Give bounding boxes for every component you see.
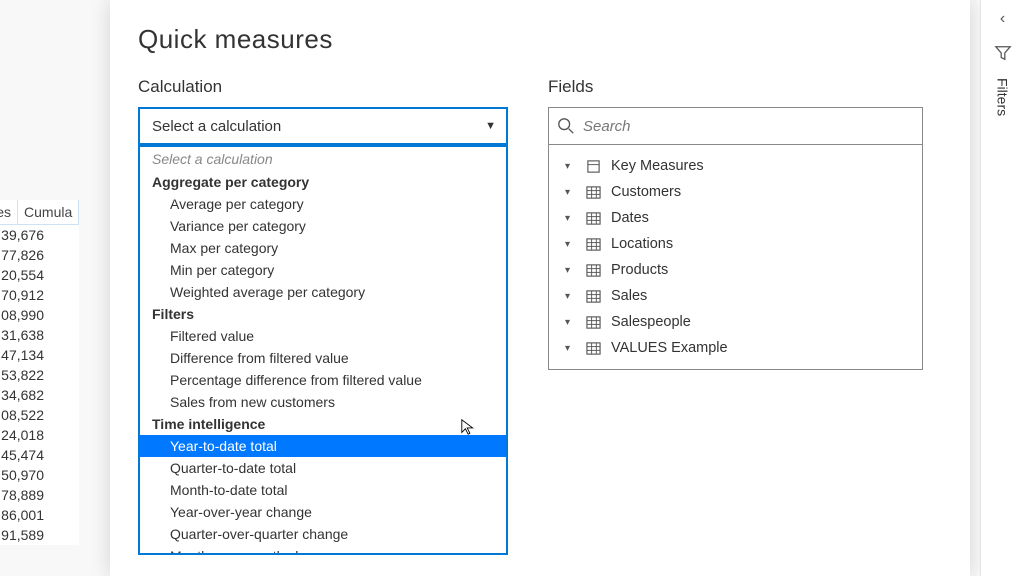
fields-search-input[interactable] — [583, 118, 914, 135]
dropdown-option[interactable]: Min per category — [140, 259, 506, 281]
dropdown-option[interactable]: Year-to-date total — [140, 435, 506, 457]
field-tree-item-label: VALUES Example — [611, 340, 728, 356]
calculation-dropdown[interactable]: Select a calculation Aggregate per categ… — [138, 145, 508, 555]
dropdown-group-header: Time intelligence — [140, 413, 506, 435]
dropdown-option[interactable]: Variance per category — [140, 215, 506, 237]
chevron-down-icon: ▾ — [565, 317, 575, 328]
dropdown-option[interactable]: Filtered value — [140, 325, 506, 347]
bg-table-cell: 86,001 — [0, 505, 50, 525]
chevron-down-icon: ▾ — [565, 213, 575, 224]
bg-col-1-header: Sales — [0, 200, 18, 224]
field-tree-item[interactable]: ▾ Dates — [549, 205, 922, 231]
bg-table-cell: 24,018 — [0, 425, 50, 445]
bg-table-cell: 91,589 — [0, 525, 50, 545]
bg-table-cell: 20,554 — [0, 265, 50, 285]
table-icon — [585, 263, 601, 278]
field-tree-item[interactable]: ▾ Sales — [549, 283, 922, 309]
bg-table-cell: 70,912 — [0, 285, 50, 305]
bg-table-cell: 77,826 — [0, 245, 50, 265]
field-tree-item-label: Customers — [611, 184, 681, 200]
funnel-icon[interactable] — [994, 44, 1012, 62]
fields-section-label: Fields — [548, 77, 923, 97]
bg-table-cell: 34,682 — [0, 385, 50, 405]
table-icon — [585, 315, 601, 330]
dropdown-group-header: Aggregate per category — [140, 171, 506, 193]
bg-table-cell: 45,474 — [0, 445, 50, 465]
table-icon — [585, 237, 601, 252]
bg-table-cell: 39,676 — [0, 225, 50, 245]
dropdown-group-header: Filters — [140, 303, 506, 325]
field-tree-item-label: Dates — [611, 210, 649, 226]
dropdown-option[interactable]: Weighted average per category — [140, 281, 506, 303]
field-tree-item[interactable]: ▾ Key Measures — [549, 153, 922, 179]
field-tree-item[interactable]: ▾ VALUES Example — [549, 335, 922, 361]
bg-table-cell: 53,822 — [0, 365, 50, 385]
quick-measures-dialog: Quick measures Calculation Select a calc… — [110, 0, 970, 576]
field-tree-item[interactable]: ▾ Products — [549, 257, 922, 283]
chevron-down-icon: ▾ — [565, 161, 575, 172]
table-icon — [585, 211, 601, 226]
field-tree-item-label: Products — [611, 262, 668, 278]
background-data-table: Sales Cumula 39,67677,82620,55470,91208,… — [0, 200, 79, 545]
dropdown-option[interactable]: Difference from filtered value — [140, 347, 506, 369]
chevron-down-icon: ▾ — [565, 265, 575, 276]
dropdown-option[interactable]: Average per category — [140, 193, 506, 215]
filters-rail-label: Filters — [995, 78, 1011, 116]
dropdown-option[interactable]: Quarter-to-date total — [140, 457, 506, 479]
dropdown-option[interactable]: Sales from new customers — [140, 391, 506, 413]
bg-table-cell: 47,134 — [0, 345, 50, 365]
field-tree-item-label: Salespeople — [611, 314, 691, 330]
field-tree-item-label: Locations — [611, 236, 673, 252]
chevron-down-icon: ▾ — [565, 187, 575, 198]
calculation-combo-placeholder: Select a calculation — [152, 118, 281, 135]
fields-tree: ▾Key Measures▾Customers▾Dates▾Locations▾… — [548, 145, 923, 370]
bg-table-cell: 08,522 — [0, 405, 50, 425]
dropdown-option[interactable]: Max per category — [140, 237, 506, 259]
bg-col-2-header: Cumula — [18, 200, 79, 224]
field-tree-item[interactable]: ▾ Salespeople — [549, 309, 922, 335]
expand-rail-button[interactable]: ‹ — [1000, 10, 1005, 28]
bg-table-cell: 50,970 — [0, 465, 50, 485]
field-tree-item[interactable]: ▾ Customers — [549, 179, 922, 205]
chevron-down-icon: ▾ — [565, 239, 575, 250]
chevron-down-icon: ▾ — [565, 343, 575, 354]
bg-table-cell: 78,889 — [0, 485, 50, 505]
calculation-section-label: Calculation — [138, 77, 508, 97]
table-icon — [585, 341, 601, 356]
dropdown-placeholder[interactable]: Select a calculation — [140, 147, 506, 171]
bg-table-cell: 08,990 — [0, 305, 50, 325]
measure-icon — [585, 159, 601, 174]
field-tree-item[interactable]: ▾ Locations — [549, 231, 922, 257]
dropdown-option[interactable]: Quarter-over-quarter change — [140, 523, 506, 545]
search-icon — [557, 117, 575, 135]
chevron-down-icon: ▾ — [565, 291, 575, 302]
fields-search[interactable] — [548, 107, 923, 145]
dropdown-option[interactable]: Month-over-month change — [140, 545, 506, 555]
dropdown-option[interactable]: Year-over-year change — [140, 501, 506, 523]
table-icon — [585, 185, 601, 200]
field-tree-item-label: Sales — [611, 288, 647, 304]
filters-rail: ‹ Filters — [980, 0, 1024, 576]
field-tree-item-label: Key Measures — [611, 158, 704, 174]
dropdown-option[interactable]: Month-to-date total — [140, 479, 506, 501]
bg-table-cell: 31,638 — [0, 325, 50, 345]
table-icon — [585, 289, 601, 304]
dialog-title: Quick measures — [138, 24, 942, 55]
chevron-down-icon: ▼ — [485, 120, 496, 132]
calculation-combo[interactable]: Select a calculation ▼ — [138, 107, 508, 145]
dropdown-option[interactable]: Percentage difference from filtered valu… — [140, 369, 506, 391]
